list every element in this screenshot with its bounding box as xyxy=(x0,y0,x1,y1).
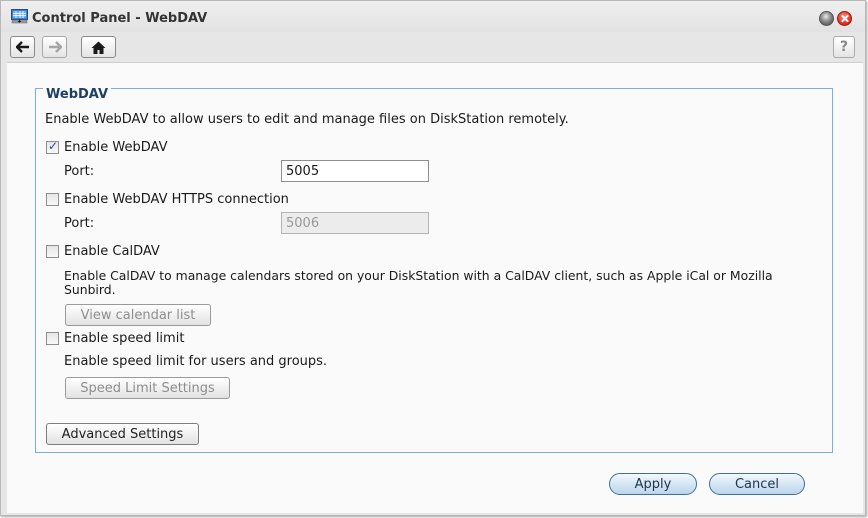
webdav-description: Enable WebDAV to allow users to edit and… xyxy=(45,112,569,127)
content-area: WebDAV Enable WebDAV to allow users to e… xyxy=(7,62,863,513)
control-panel-window: Control Panel - WebDAV ? WebDAV Enable W… xyxy=(0,0,866,516)
enable-https-checkbox[interactable] xyxy=(46,193,59,206)
view-calendar-list-button[interactable]: View calendar list xyxy=(65,304,211,326)
cancel-button[interactable]: Cancel xyxy=(709,473,805,495)
minimize-icon[interactable] xyxy=(819,11,834,26)
apply-button[interactable]: Apply xyxy=(609,473,697,495)
title-bar: Control Panel - WebDAV xyxy=(1,1,865,32)
https-port-input[interactable] xyxy=(281,212,429,234)
back-button[interactable] xyxy=(10,36,35,58)
enable-speed-limit-label[interactable]: Enable speed limit xyxy=(64,331,184,346)
enable-speed-limit-checkbox[interactable] xyxy=(46,332,59,345)
caldav-description-line1: Enable CalDAV to manage calendars stored… xyxy=(64,268,773,283)
https-port-label: Port: xyxy=(64,216,95,231)
home-icon xyxy=(91,41,106,54)
close-icon[interactable] xyxy=(837,11,852,26)
speed-limit-settings-button[interactable]: Speed Limit Settings xyxy=(65,377,230,399)
toolbar: ? xyxy=(1,32,865,61)
webdav-port-label: Port: xyxy=(64,164,95,179)
enable-caldav-label[interactable]: Enable CalDAV xyxy=(64,244,160,259)
control-panel-icon xyxy=(11,9,28,24)
enable-https-label[interactable]: Enable WebDAV HTTPS connection xyxy=(64,192,289,207)
enable-webdav-label[interactable]: Enable WebDAV xyxy=(64,140,168,155)
enable-caldav-checkbox[interactable] xyxy=(46,245,59,258)
forward-button[interactable] xyxy=(42,36,67,58)
help-button[interactable]: ? xyxy=(833,36,855,58)
home-button[interactable] xyxy=(81,36,116,58)
enable-webdav-checkbox[interactable] xyxy=(46,139,59,154)
group-legend: WebDAV xyxy=(43,87,112,102)
arrow-left-icon xyxy=(15,41,29,53)
advanced-settings-button[interactable]: Advanced Settings xyxy=(46,423,199,445)
webdav-port-input[interactable] xyxy=(281,160,429,182)
caldav-description-line2: Sunbird. xyxy=(64,282,116,297)
window-title: Control Panel - WebDAV xyxy=(32,11,208,26)
speed-limit-description: Enable speed limit for users and groups. xyxy=(64,354,328,369)
arrow-right-icon xyxy=(48,41,62,53)
